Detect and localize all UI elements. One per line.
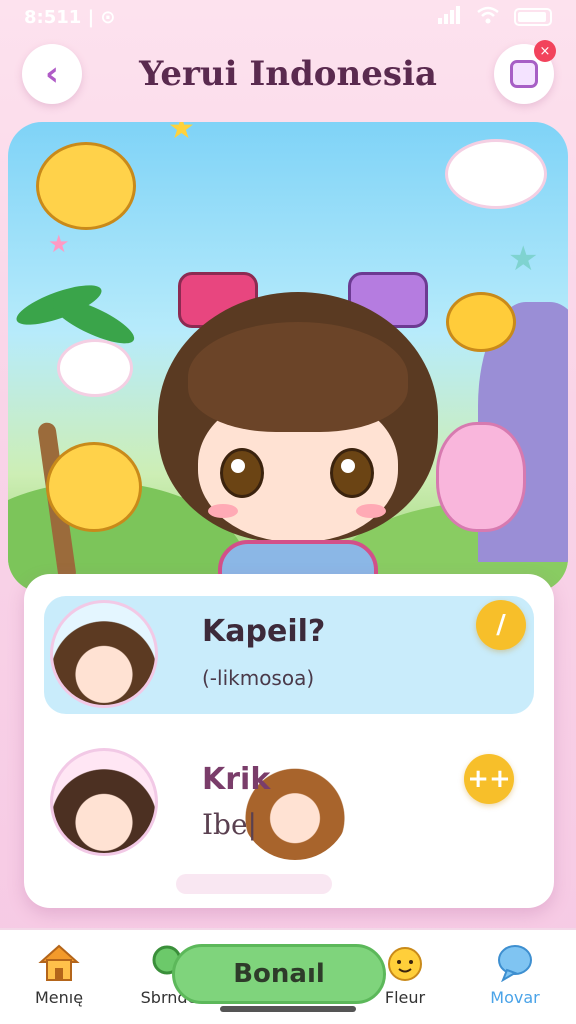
battery-icon bbox=[514, 8, 552, 26]
add-icon: ++ bbox=[467, 764, 511, 794]
item-subtitle: Ibe| bbox=[202, 808, 257, 841]
wifi-icon bbox=[476, 6, 500, 29]
nav-label: Fleur bbox=[384, 988, 426, 1007]
cloud-mascot bbox=[448, 142, 544, 206]
character-list-card: Kapeil? (-likmosoa) / Krik Ibe| ++ bbox=[24, 574, 554, 908]
nav-label: Movar bbox=[490, 988, 540, 1007]
nav-item-movar[interactable]: Movar bbox=[460, 942, 570, 1007]
bunny-mascot bbox=[436, 422, 526, 532]
add-button[interactable]: ++ bbox=[464, 754, 514, 804]
item-title: Kapeil? bbox=[202, 614, 326, 649]
scroll-indicator[interactable] bbox=[176, 874, 332, 894]
star-icon: ★ bbox=[508, 239, 539, 279]
chat-icon bbox=[493, 942, 537, 983]
mascot-icon bbox=[383, 942, 427, 982]
girl-character bbox=[158, 272, 438, 592]
cloud-mascot bbox=[60, 342, 130, 394]
list-item[interactable]: Krik Ibe| ++ bbox=[44, 744, 534, 862]
fish-mascot bbox=[446, 292, 516, 352]
edit-button[interactable]: / bbox=[476, 600, 526, 650]
hero-illustration: ★ ★ ★ ★ bbox=[8, 122, 568, 592]
nav-label: Menıę bbox=[34, 988, 84, 1007]
nav-item-menu[interactable]: Menıę bbox=[4, 942, 114, 1007]
header: ‹ Yerui Indonesia × bbox=[0, 40, 576, 110]
item-title: Krik bbox=[202, 762, 271, 797]
profile-card-icon bbox=[510, 60, 538, 88]
item-subtitle: (-likmosoa) bbox=[202, 666, 315, 690]
signal-icon bbox=[438, 5, 462, 29]
cat-mascot bbox=[36, 142, 136, 230]
status-icons bbox=[438, 5, 552, 29]
edit-icon: / bbox=[496, 610, 506, 640]
page-title: Yerui Indonesia bbox=[139, 54, 437, 94]
home-indicator[interactable] bbox=[220, 1006, 356, 1012]
star-icon: ★ bbox=[168, 122, 195, 146]
avatar bbox=[50, 748, 158, 856]
list-item[interactable]: Kapeil? (-likmosoa) / bbox=[44, 596, 534, 714]
status-time: 8:511 | ⊙ bbox=[24, 6, 116, 28]
nav-item-fleur[interactable]: Fleur bbox=[350, 942, 460, 1007]
home-icon bbox=[37, 942, 81, 982]
profile-button[interactable]: × bbox=[494, 40, 556, 104]
cat-mascot bbox=[46, 442, 142, 532]
star-icon: ★ bbox=[48, 230, 70, 258]
avatar bbox=[50, 600, 158, 708]
status-bar: 8:511 | ⊙ bbox=[0, 0, 576, 34]
notification-badge: × bbox=[534, 40, 556, 62]
